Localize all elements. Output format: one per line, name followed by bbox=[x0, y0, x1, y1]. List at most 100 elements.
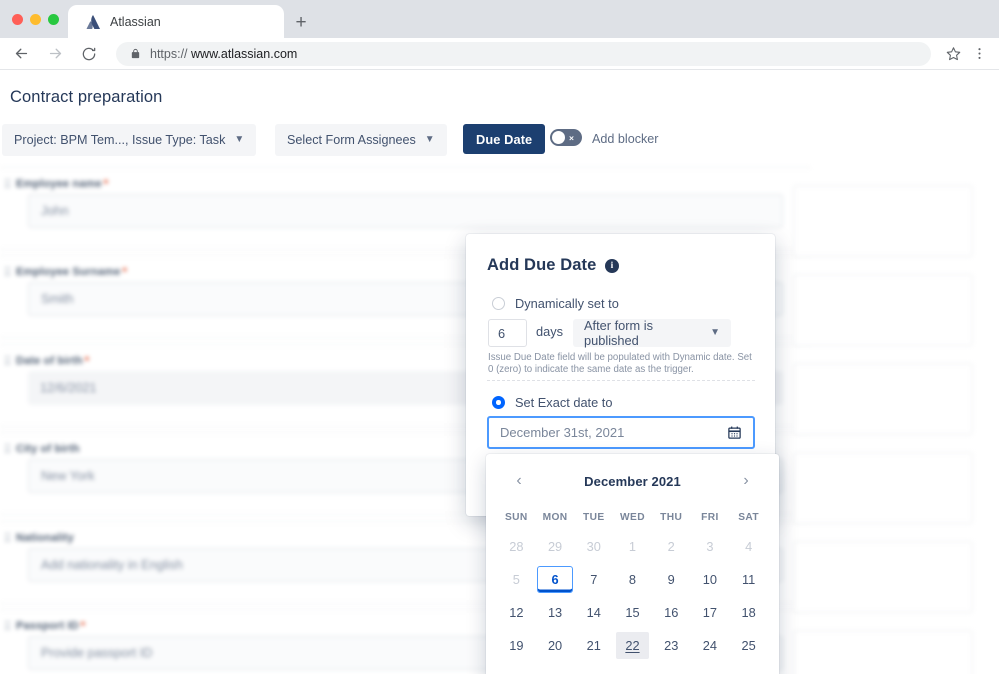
calendar-day-number[interactable]: 19 bbox=[502, 632, 531, 659]
calendar-day-cell[interactable]: 29 bbox=[536, 532, 575, 561]
calendar-day-cell[interactable]: 24 bbox=[691, 631, 730, 660]
calendar-day-cell[interactable]: 4 bbox=[729, 532, 768, 561]
calendar-day-cell[interactable]: 30 bbox=[652, 664, 691, 674]
calendar-day-number[interactable]: 5 bbox=[502, 566, 531, 593]
calendar-day-number[interactable]: 20 bbox=[541, 632, 570, 659]
drag-handle-icon[interactable] bbox=[5, 267, 10, 276]
calendar-day-number[interactable]: 30 bbox=[657, 665, 686, 674]
drag-handle-icon[interactable] bbox=[5, 533, 10, 542]
calendar-day-number[interactable]: 15 bbox=[618, 599, 647, 626]
chevron-right-icon[interactable]: › bbox=[739, 473, 753, 489]
calendar-day-cell[interactable]: 26 bbox=[497, 664, 536, 674]
calendar-day-cell[interactable]: 2 bbox=[652, 532, 691, 561]
calendar-day-cell[interactable]: 10 bbox=[691, 565, 730, 594]
calendar-day-number[interactable]: 29 bbox=[541, 533, 570, 560]
calendar-day-cell[interactable]: 29 bbox=[613, 664, 652, 674]
star-icon[interactable] bbox=[941, 42, 965, 66]
drag-handle-icon[interactable] bbox=[5, 444, 10, 453]
calendar-day-number[interactable]: 9 bbox=[657, 566, 686, 593]
calendar-day-cell[interactable]: 15 bbox=[613, 598, 652, 627]
calendar-day-cell[interactable]: 1 bbox=[613, 532, 652, 561]
drag-handle-icon[interactable] bbox=[5, 621, 10, 630]
calendar-day-number[interactable]: 18 bbox=[734, 599, 763, 626]
calendar-day-cell[interactable]: 6 bbox=[536, 565, 575, 594]
add-blocker-toggle[interactable]: × bbox=[550, 129, 582, 146]
calendar-day-cell[interactable]: 9 bbox=[652, 565, 691, 594]
drag-handle-icon[interactable] bbox=[5, 356, 10, 365]
info-icon[interactable]: i bbox=[605, 259, 619, 273]
maximize-window-button[interactable] bbox=[48, 14, 59, 25]
calendar-day-cell[interactable]: 8 bbox=[613, 565, 652, 594]
form-field-input[interactable]: John bbox=[28, 194, 783, 228]
calendar-day-number[interactable]: 4 bbox=[734, 533, 763, 560]
calendar-day-number[interactable]: 21 bbox=[579, 632, 608, 659]
dynamic-date-radio-row[interactable]: Dynamically set to bbox=[492, 296, 619, 311]
form-assignees-selector[interactable]: Select Form Assignees ▼ bbox=[275, 124, 447, 156]
calendar-day-cell[interactable]: 14 bbox=[574, 598, 613, 627]
minimize-window-button[interactable] bbox=[30, 14, 41, 25]
calendar-day-cell[interactable]: 7 bbox=[574, 565, 613, 594]
calendar-day-cell[interactable]: 28 bbox=[497, 532, 536, 561]
calendar-day-number[interactable]: 31 bbox=[695, 665, 724, 674]
calendar-day-cell[interactable]: 18 bbox=[729, 598, 768, 627]
calendar-day-cell[interactable]: 22 bbox=[613, 631, 652, 660]
calendar-day-number[interactable]: 3 bbox=[695, 533, 724, 560]
calendar-day-number[interactable]: 25 bbox=[734, 632, 763, 659]
calendar-day-cell[interactable]: 17 bbox=[691, 598, 730, 627]
calendar-day-cell[interactable]: 21 bbox=[574, 631, 613, 660]
drag-handle-icon[interactable] bbox=[5, 179, 10, 188]
browser-tab-atlassian[interactable]: Atlassian bbox=[68, 5, 284, 38]
calendar-day-cell[interactable]: 25 bbox=[729, 631, 768, 660]
calendar-day-cell[interactable]: 20 bbox=[536, 631, 575, 660]
exact-date-radio-row[interactable]: Set Exact date to bbox=[492, 395, 612, 410]
calendar-day-number[interactable]: 28 bbox=[579, 665, 608, 674]
calendar-day-number[interactable]: 11 bbox=[734, 566, 763, 593]
reload-icon[interactable] bbox=[76, 41, 102, 67]
calendar-day-cell[interactable]: 31 bbox=[691, 664, 730, 674]
trigger-select[interactable]: After form is published ▼ bbox=[573, 318, 731, 348]
url-input[interactable]: https:// www.atlassian.com bbox=[116, 41, 931, 66]
calendar-day-number[interactable]: 16 bbox=[657, 599, 686, 626]
exact-date-radio[interactable] bbox=[492, 396, 505, 409]
calendar-day-cell[interactable]: 3 bbox=[691, 532, 730, 561]
calendar-day-number[interactable]: 1 bbox=[734, 665, 763, 674]
calendar-day-cell[interactable]: 28 bbox=[574, 664, 613, 674]
calendar-day-number[interactable]: 24 bbox=[695, 632, 724, 659]
exact-date-input[interactable]: December 31st, 2021 bbox=[487, 416, 755, 449]
calendar-day-cell[interactable]: 5 bbox=[497, 565, 536, 594]
calendar-day-number[interactable]: 28 bbox=[502, 533, 531, 560]
calendar-day-number[interactable]: 14 bbox=[579, 599, 608, 626]
calendar-day-number[interactable]: 13 bbox=[541, 599, 570, 626]
calendar-day-cell[interactable]: 16 bbox=[652, 598, 691, 627]
project-issue-type-selector[interactable]: Project: BPM Tem..., Issue Type: Task ▼ bbox=[2, 124, 257, 156]
due-date-button[interactable]: Due Date bbox=[463, 124, 546, 154]
chevron-left-icon[interactable]: ‹ bbox=[512, 473, 526, 489]
dynamic-date-radio[interactable] bbox=[492, 297, 505, 310]
calendar-day-selected[interactable]: 22 bbox=[615, 632, 649, 659]
calendar-day-number[interactable]: 17 bbox=[695, 599, 724, 626]
calendar-day-cell[interactable]: 30 bbox=[574, 532, 613, 561]
calendar-day-number[interactable]: 2 bbox=[657, 533, 686, 560]
calendar-day-number[interactable]: 8 bbox=[618, 566, 647, 593]
close-window-button[interactable] bbox=[12, 14, 23, 25]
back-arrow-icon[interactable] bbox=[8, 41, 34, 67]
calendar-day-number[interactable]: 26 bbox=[502, 665, 531, 674]
calendar-day-cell[interactable]: 11 bbox=[729, 565, 768, 594]
new-tab-button[interactable]: + bbox=[290, 11, 312, 33]
calendar-day-number[interactable]: 7 bbox=[579, 566, 608, 593]
calendar-icon[interactable] bbox=[727, 425, 742, 440]
calendar-day-cell[interactable]: 23 bbox=[652, 631, 691, 660]
calendar-day-number[interactable]: 23 bbox=[657, 632, 686, 659]
calendar-day-number[interactable]: 29 bbox=[618, 665, 647, 674]
three-dot-menu-icon[interactable] bbox=[967, 42, 991, 66]
calendar-day-number[interactable]: 12 bbox=[502, 599, 531, 626]
calendar-day-cell[interactable]: 27 bbox=[536, 664, 575, 674]
calendar-day-number[interactable]: 10 bbox=[695, 566, 724, 593]
calendar-day-number[interactable]: 30 bbox=[579, 533, 608, 560]
calendar-day-cell[interactable]: 12 bbox=[497, 598, 536, 627]
calendar-day-cell[interactable]: 13 bbox=[536, 598, 575, 627]
calendar-day-cell[interactable]: 1 bbox=[729, 664, 768, 674]
days-input[interactable]: 6 bbox=[488, 319, 527, 347]
calendar-day-cell[interactable]: 19 bbox=[497, 631, 536, 660]
calendar-day-today[interactable]: 6 bbox=[537, 566, 574, 593]
